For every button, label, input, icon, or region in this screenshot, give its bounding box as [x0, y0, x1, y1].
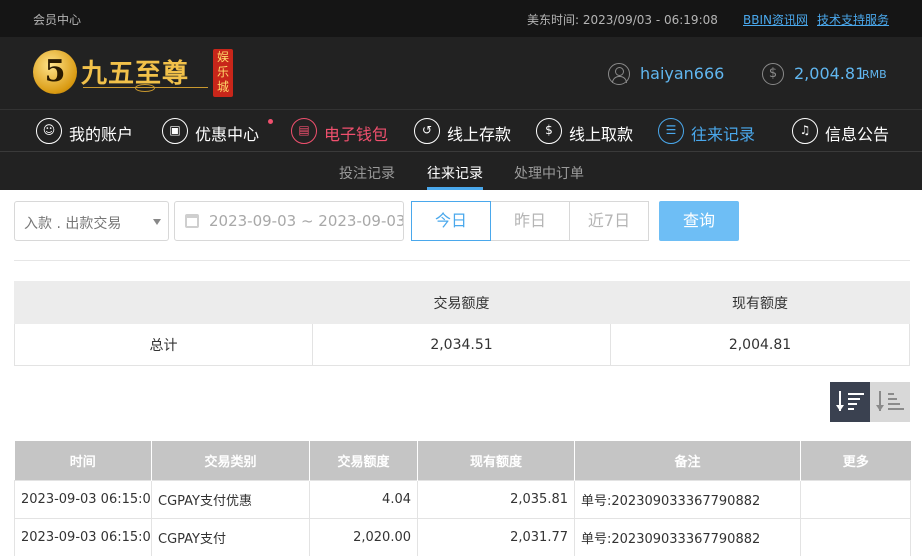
withdraw-icon: $ — [536, 118, 562, 144]
cell-more[interactable] — [800, 517, 911, 556]
cell-amount: 4.04 — [309, 479, 418, 519]
brand-name: 九五至尊 — [81, 59, 190, 89]
top-bar: 会员中心 美东时间: 2023/09/03 - 06:19:08 BBIN资讯网… — [0, 0, 922, 37]
col-amount: 交易额度 — [309, 441, 418, 480]
records-table: 时间 交易类别 交易额度 现有额度 备注 更多 2023-09-03 06:15… — [14, 441, 911, 556]
summary-header-cell: 交易额度 — [312, 281, 611, 324]
brand-stamp: 娱乐城 — [213, 49, 233, 97]
chevron-down-icon — [153, 219, 161, 225]
tech-support-link[interactable]: 技术支持服务 — [817, 11, 889, 28]
cell-time: 2023-09-03 06:15:05 — [14, 479, 152, 519]
summary-label: 总计 — [14, 323, 313, 366]
date-range-input[interactable]: 2023-09-03 ~ 2023-09-03 — [174, 201, 404, 241]
summary-transaction-amount: 2,034.51 — [312, 323, 611, 366]
nav-label: 往来记录 — [691, 125, 756, 144]
summary-header-row: 交易额度 现有额度 — [14, 281, 910, 324]
col-remark: 备注 — [574, 441, 801, 480]
range-yesterday-button[interactable]: 昨日 — [490, 201, 570, 241]
sort-bars — [848, 393, 864, 411]
query-button[interactable]: 查询 — [659, 201, 739, 241]
nav-label: 线上取款 — [569, 125, 634, 144]
range-today-button[interactable]: 今日 — [411, 201, 491, 241]
cell-remark: 单号:202309033367790882 — [574, 479, 801, 519]
nav-label: 电子钱包 — [324, 125, 389, 144]
summary-table: 交易额度 现有额度 总计 2,034.51 2,004.81 — [14, 281, 910, 366]
cell-balance: 2,035.81 — [417, 479, 575, 519]
logo-flourish — [83, 84, 208, 95]
nav-label: 线上存款 — [447, 125, 512, 144]
sort-desc-button[interactable] — [830, 382, 870, 422]
summary-total-row: 总计 2,034.51 2,004.81 — [14, 323, 910, 366]
user-icon: ☺ — [36, 118, 62, 144]
eastern-time: 美东时间: 2023/09/03 - 06:19:08 — [527, 13, 718, 27]
col-more: 更多 — [800, 441, 911, 480]
divider — [14, 260, 910, 261]
main-nav: ☺ 我的账户 ▣ 优惠中心 ▤ 电子钱包 ↺ 线上存款 $ 线上取款 ☰ 往来记… — [0, 110, 922, 152]
cell-type: CGPAY支付优惠 — [151, 479, 310, 519]
brand-logo[interactable]: 5 九五至尊 娱乐城 — [33, 47, 233, 99]
date-range-value: 2023-09-03 ~ 2023-09-03 — [209, 212, 404, 230]
user-icon — [608, 63, 630, 85]
summary-header-cell: 现有额度 — [610, 281, 910, 324]
gift-icon: ▣ — [162, 118, 188, 144]
sort-desc-icon — [836, 391, 844, 411]
cell-time: 2023-09-03 06:15:05 — [14, 517, 152, 556]
sort-bars — [888, 393, 904, 411]
bbin-news-link[interactable]: BBIN资讯网 — [743, 11, 808, 28]
sort-asc-icon — [876, 391, 884, 411]
nav-label: 信息公告 — [825, 125, 890, 144]
tab-pending-orders[interactable]: 处理中订单 — [514, 163, 584, 183]
records-icon: ☰ — [658, 118, 684, 144]
deposit-icon: ↺ — [414, 118, 440, 144]
currency: RMB — [862, 68, 887, 81]
tab-transaction-records[interactable]: 往来记录 — [427, 163, 483, 190]
col-balance: 现有额度 — [417, 441, 575, 480]
table-row: 2023-09-03 06:15:05 CGPAY支付 2,020.00 2,0… — [14, 517, 911, 556]
cell-amount: 2,020.00 — [309, 517, 418, 556]
tab-bet-records[interactable]: 投注记录 — [339, 163, 395, 183]
money-icon: $ — [762, 63, 784, 85]
nav-label: 优惠中心 — [195, 125, 260, 144]
cell-type: CGPAY支付 — [151, 517, 310, 556]
col-type: 交易类别 — [151, 441, 310, 480]
username: haiyan666 — [640, 64, 725, 83]
range-7days-button[interactable]: 近7日 — [569, 201, 649, 241]
cell-remark: 单号:202309033367790882 — [574, 517, 801, 556]
wallet-icon: ▤ — [291, 118, 317, 144]
logo-coin-icon: 5 — [33, 50, 77, 94]
bell-icon: ♫ — [792, 118, 818, 144]
transaction-type-select[interactable]: 入款 . 出款交易 — [14, 201, 169, 241]
transaction-type-value: 入款 . 出款交易 — [24, 216, 122, 232]
summary-current-balance: 2,004.81 — [610, 323, 910, 366]
member-center-title: 会员中心 — [33, 13, 82, 27]
table-row: 2023-09-03 06:15:05 CGPAY支付优惠 4.04 2,035… — [14, 479, 911, 519]
notification-dot — [268, 119, 273, 124]
sort-asc-button[interactable] — [870, 382, 910, 422]
records-header-row: 时间 交易类别 交易额度 现有额度 备注 更多 — [14, 441, 911, 480]
cell-more[interactable] — [800, 479, 911, 519]
calendar-icon — [185, 214, 199, 228]
summary-header-cell — [14, 281, 313, 324]
sub-nav: 投注记录 往来记录 处理中订单 — [0, 152, 922, 190]
cell-balance: 2,031.77 — [417, 517, 575, 556]
header: 5 九五至尊 娱乐城 haiyan666 $ 2,004.81 RMB — [0, 37, 922, 110]
nav-label: 我的账户 — [69, 125, 134, 144]
balance: 2,004.81 — [794, 64, 866, 83]
col-time: 时间 — [14, 441, 152, 480]
